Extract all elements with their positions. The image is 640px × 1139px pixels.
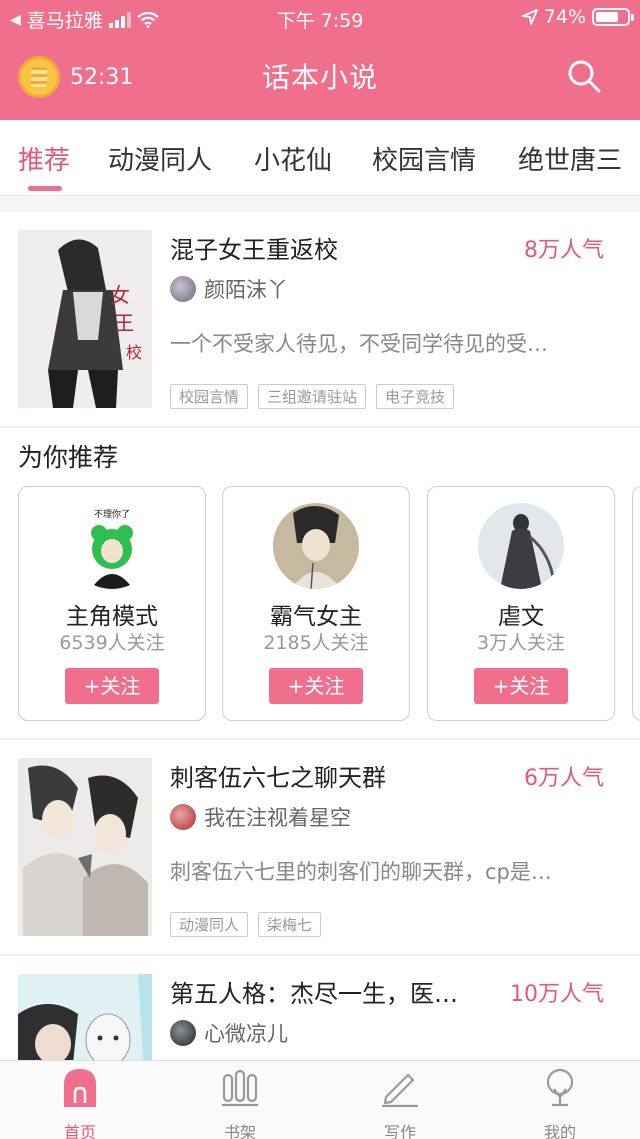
author-avatar: [170, 804, 196, 830]
nav-bookshelf[interactable]: 书架: [200, 1067, 280, 1139]
author-name: 心微凉儿: [204, 1022, 288, 1046]
book-card[interactable]: 第五人格：杰尽一生，医… 10万人气 心微凉儿: [0, 956, 640, 1060]
book-title[interactable]: 第五人格：杰尽一生，医…: [170, 974, 458, 1009]
book-popularity: 6万人气: [524, 766, 604, 791]
book-author[interactable]: 心微凉儿: [170, 1018, 288, 1048]
topic-name: 霸气女主: [270, 604, 362, 630]
bottom-nav: 首页 书架 写作 我的: [0, 1060, 640, 1139]
book-cover[interactable]: [18, 974, 152, 1060]
author-avatar: [170, 276, 196, 302]
follow-button[interactable]: +关注: [65, 668, 159, 704]
battery-fill: [596, 12, 618, 22]
page-title: 话本小说: [261, 61, 378, 94]
book-description: 一个不受家人待见，不受同学待见的受…: [170, 332, 548, 356]
profile-icon: [546, 1068, 574, 1107]
tag[interactable]: 动漫同人: [170, 912, 249, 937]
topic-followers: 3万人关注: [476, 632, 566, 654]
book-title[interactable]: 混子女王重返校: [170, 230, 338, 265]
recommend-title: 为你推荐: [18, 443, 119, 472]
battery-icon: [592, 8, 634, 26]
nav-label: 我的: [543, 1123, 576, 1139]
tab-anime[interactable]: 动漫同人: [108, 140, 212, 177]
recommend-card[interactable]: 不理你了 主角模式 6539人关注 +关注: [18, 486, 206, 721]
topic-name: 主角模式: [66, 604, 158, 630]
book-cover[interactable]: 女 王 校: [18, 230, 152, 408]
book-description: 刺客伍六七里的刺客们的聊天群，cp是…: [170, 860, 552, 884]
book-popularity: 10万人气: [510, 982, 604, 1007]
svg-text:校: 校: [126, 343, 142, 362]
book-card[interactable]: 刺客伍六七之聊天群 6万人气 我在注视着星空 刺客伍六七里的刺客们的聊天群，cp…: [0, 740, 640, 954]
tag[interactable]: 电子竞技: [376, 384, 455, 409]
location-icon: [521, 9, 538, 25]
tab-douluo[interactable]: 绝世唐三: [518, 140, 622, 177]
category-tabs: 推荐 动漫同人 小花仙 校园言情 绝世唐三: [0, 120, 640, 196]
active-tab-indicator: [28, 186, 62, 191]
recommend-card-partial[interactable]: [632, 486, 640, 721]
book-popularity: 8万人气: [524, 238, 604, 263]
status-bar: ◀ 喜马拉雅 下午 7:59 74%: [0, 0, 640, 36]
nav-write[interactable]: 写作: [360, 1067, 440, 1139]
topic-avatar: 不理你了: [69, 503, 155, 589]
nav-home[interactable]: 首页: [40, 1067, 120, 1139]
recommend-card[interactable]: 虐文 3万人关注 +关注: [427, 486, 615, 721]
pen-icon: [382, 1073, 418, 1108]
nav-label: 写作: [383, 1123, 416, 1139]
topic-avatar: [478, 503, 564, 589]
home-icon: [64, 1069, 96, 1107]
book-card[interactable]: 女 王 校 混子女王重返校 8万人气 颜陌沫丫 一个不受家人待见，不受同学待见的…: [0, 212, 640, 426]
tag[interactable]: 三组邀请驻站: [258, 384, 367, 409]
top-bar: ◀ 喜马拉雅 下午 7:59 74% 52:31 话本小说: [0, 0, 640, 120]
sticker-caption: 不理你了: [94, 508, 130, 520]
topic-followers: 2185人关注: [263, 632, 369, 654]
recommend-card[interactable]: 霸气女主 2185人关注 +关注: [222, 486, 410, 721]
battery-percent: 74%: [543, 6, 586, 28]
topic-avatar: [273, 503, 359, 589]
follow-button[interactable]: +关注: [269, 668, 363, 704]
book-cover[interactable]: [18, 758, 152, 936]
book-author[interactable]: 颜陌沫丫: [170, 274, 288, 304]
author-name: 颜陌沫丫: [204, 278, 288, 302]
section-separator: [0, 196, 640, 212]
app-header: 52:31 话本小说: [0, 36, 640, 120]
tab-xiaohuaxian[interactable]: 小花仙: [254, 140, 332, 177]
book-tags: 动漫同人 柒梅七: [170, 912, 322, 937]
book-tags: 校园言情 三组邀请驻站 电子竞技: [170, 384, 455, 409]
nav-label: 首页: [63, 1123, 96, 1139]
author-avatar: [170, 1020, 196, 1046]
status-right: 74%: [521, 6, 634, 28]
book-author[interactable]: 我在注视着星空: [170, 802, 351, 832]
svg-text:王: 王: [114, 311, 134, 335]
author-name: 我在注视着星空: [204, 806, 351, 830]
nav-profile[interactable]: 我的: [520, 1067, 600, 1139]
tag[interactable]: 校园言情: [170, 384, 249, 409]
topic-followers: 6539人关注: [59, 632, 165, 654]
tag[interactable]: 柒梅七: [258, 912, 322, 937]
tab-campus-romance[interactable]: 校园言情: [372, 140, 476, 177]
book-title[interactable]: 刺客伍六七之聊天群: [170, 758, 386, 793]
svg-text:女: 女: [110, 283, 130, 307]
tab-recommend[interactable]: 推荐: [18, 140, 70, 177]
bookshelf-icon: [222, 1069, 258, 1107]
follow-button[interactable]: +关注: [474, 668, 568, 704]
topic-name: 虐文: [498, 604, 544, 630]
search-icon[interactable]: [566, 58, 602, 94]
nav-label: 书架: [223, 1123, 256, 1139]
divider: [0, 426, 640, 428]
